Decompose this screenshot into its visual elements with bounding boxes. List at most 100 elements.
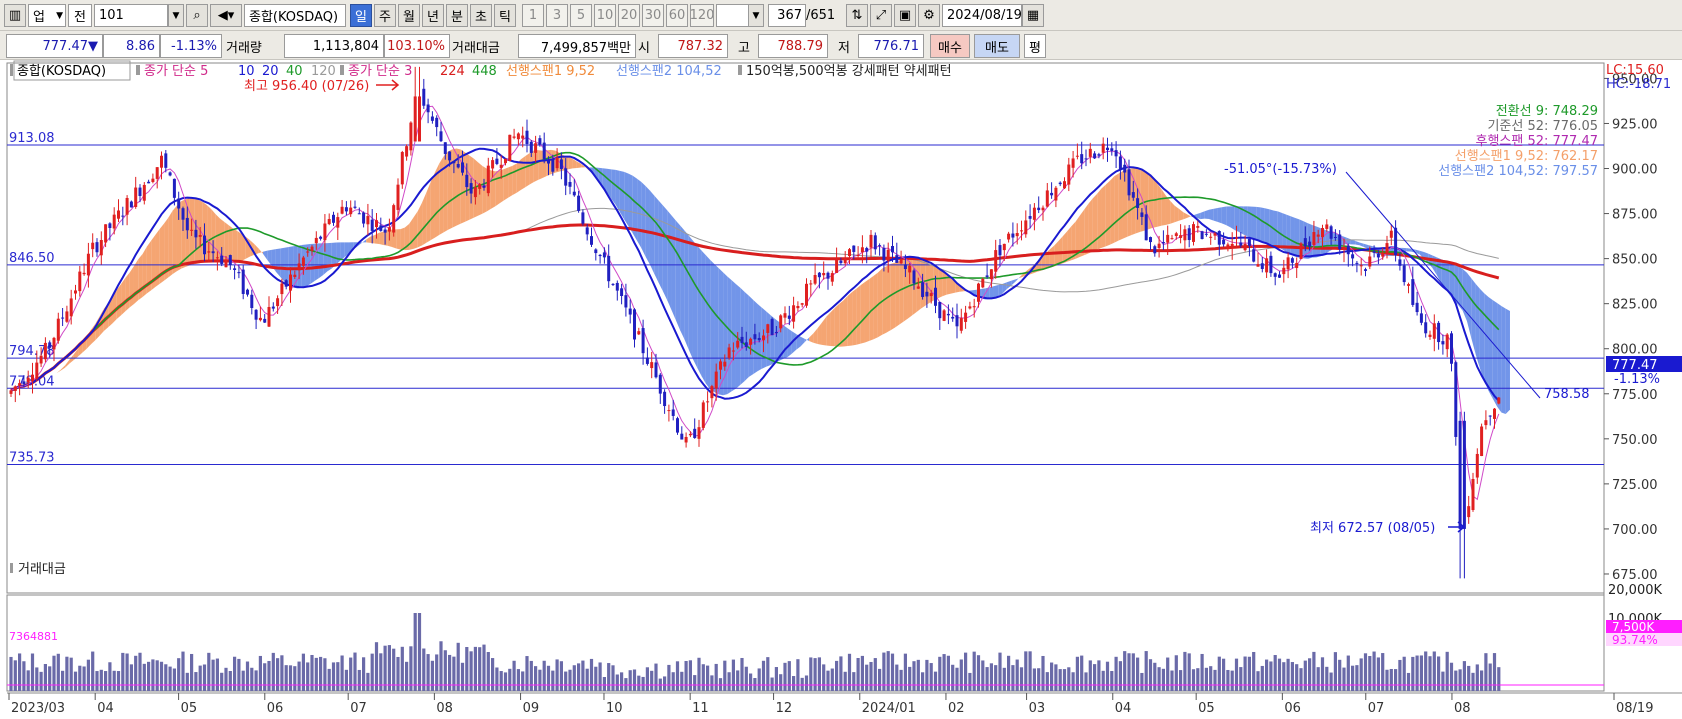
candle-body [1376, 253, 1380, 258]
candle-body [430, 116, 434, 121]
candle-body [873, 235, 877, 250]
interval-60[interactable]: 60 [666, 4, 688, 27]
candle-body [916, 286, 920, 289]
search-icon[interactable]: ⌕ [186, 4, 208, 27]
draw-tool-icon[interactable]: ⤢ [870, 4, 892, 27]
interval-dropdown-button[interactable]: ▼ [748, 4, 764, 27]
candle-body [1428, 334, 1432, 337]
interval-3[interactable]: 3 [546, 4, 568, 27]
legend-ma2-224: 224 [440, 64, 465, 79]
legend-ma-icon [136, 65, 140, 75]
volume-bar [1277, 658, 1282, 691]
candle-body [826, 272, 830, 279]
volume-bar [400, 646, 404, 691]
symbol-name-field[interactable]: 종합(KOSDAQ) [244, 4, 346, 27]
candle-body [422, 88, 426, 106]
y-tick-label: 700.00 [1612, 523, 1658, 538]
volume-bar [538, 669, 542, 691]
candle-body [78, 271, 82, 292]
ichimoku-value-4: 선행스팬1 9,52: 762.17 [1455, 148, 1598, 164]
candle-body [598, 254, 602, 257]
tab-day[interactable]: 일 [350, 4, 372, 27]
x-tick-label: 11 [692, 701, 709, 716]
candle-body [624, 295, 628, 308]
candle-body [521, 135, 525, 139]
candle-body [147, 181, 151, 184]
volume-bar [736, 670, 740, 691]
sell-button[interactable]: 매도 [974, 34, 1020, 58]
candle-body [1067, 164, 1071, 185]
candle-body [258, 317, 262, 321]
cloud-bull-segment [834, 303, 840, 347]
volume-bar [383, 645, 387, 691]
cloud-bear-segment [628, 173, 633, 234]
count-input[interactable]: 367 [768, 4, 806, 27]
save-icon[interactable]: ▣ [894, 4, 916, 27]
volume-bar [865, 664, 869, 691]
calendar-icon[interactable]: ▦ [1022, 4, 1044, 27]
ichimoku-value-3: 후행스팬 52: 777.47 [1475, 133, 1598, 149]
volume-bar [465, 647, 469, 691]
interval-20[interactable]: 20 [618, 4, 640, 27]
tab-month[interactable]: 월 [398, 4, 420, 27]
volume-bar [546, 665, 551, 691]
tab-year[interactable]: 년 [422, 4, 444, 27]
speaker-icon[interactable]: ◀▾ [210, 4, 242, 27]
y-tick-label: 825.00 [1612, 298, 1658, 313]
volume-text: 1,113,804 [312, 38, 379, 54]
candle-settings-icon[interactable]: ⇅ [846, 4, 868, 27]
code-input[interactable]: 101 [94, 4, 168, 27]
code-dropdown-button[interactable]: ▼ [168, 4, 184, 27]
gear-icon[interactable]: ⚙ [918, 4, 940, 27]
volume-bar [448, 654, 452, 691]
candle-body [465, 174, 469, 188]
candle-body [1265, 258, 1269, 273]
volume-bar [1084, 672, 1088, 691]
candle-body [1140, 212, 1144, 217]
volume-bar [9, 656, 13, 691]
candle-body [129, 201, 133, 208]
cloud-bull-segment [443, 151, 448, 233]
volume-bar [374, 642, 379, 691]
low-text: 776.71 [873, 38, 920, 54]
tab-tick[interactable]: 틱 [494, 4, 516, 27]
volume-bar [344, 669, 348, 691]
candle-body [1041, 207, 1045, 211]
volume-bar [577, 663, 581, 691]
cloud-bull-segment [121, 277, 126, 316]
candle-body [650, 362, 654, 369]
candle-body [568, 181, 572, 187]
buy-button[interactable]: 매수 [930, 34, 970, 58]
price-chart[interactable]: 913.08846.50794.78778.04735.73 950.00925… [0, 60, 1682, 719]
volume-bar [1174, 655, 1178, 691]
interval-30[interactable]: 30 [642, 4, 664, 27]
x-tick-label: 07 [350, 701, 367, 716]
candle-body [1088, 148, 1092, 157]
candle-body [1411, 279, 1415, 305]
market-select[interactable]: 업 ▼ [28, 4, 66, 27]
prev-button[interactable]: 전 [68, 4, 92, 27]
balance-button[interactable]: 평 [1024, 34, 1046, 58]
candle-body [1256, 264, 1260, 267]
candle-body [99, 240, 103, 256]
legend-pattern-icon [738, 65, 742, 75]
open-field: 787.32 [658, 34, 728, 58]
date-input[interactable]: 2024/08/19 [942, 4, 1022, 27]
tab-minute[interactable]: 분 [446, 4, 468, 27]
candle-body [293, 274, 297, 277]
interval-120[interactable]: 120 [690, 4, 714, 27]
interval-5[interactable]: 5 [570, 4, 592, 27]
volume-bar [237, 658, 241, 691]
tab-week[interactable]: 주 [374, 4, 396, 27]
chart-static-layer [0, 60, 1682, 719]
candle-body [727, 347, 731, 358]
interval-10[interactable]: 10 [594, 4, 616, 27]
candle-body [1080, 154, 1084, 164]
tab-second[interactable]: 초 [470, 4, 492, 27]
volume-bar [1355, 665, 1359, 691]
volume-bar [817, 657, 821, 691]
layout-icon[interactable]: ▥ [4, 4, 26, 27]
interval-1[interactable]: 1 [522, 4, 544, 27]
volume-bar [839, 656, 843, 691]
candle-body [611, 283, 615, 285]
